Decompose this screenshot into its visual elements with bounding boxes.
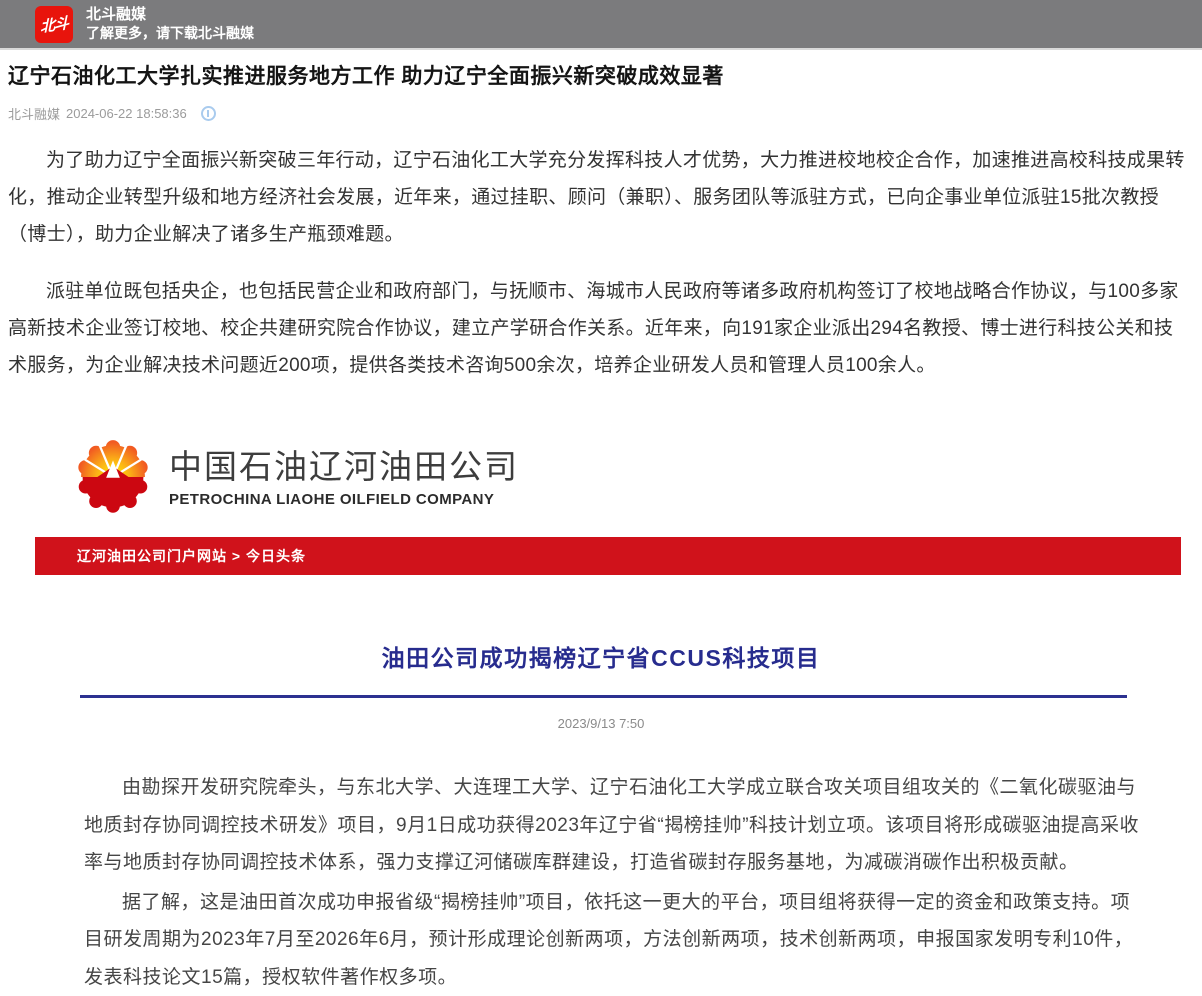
article-paragraph: 派驻单位既包括央企，也包括民营企业和政府部门，与抚顺市、海城市人民政府等诸多政府… bbox=[8, 273, 1192, 384]
beidou-app-logo-icon[interactable]: 北斗 bbox=[35, 6, 73, 43]
article-main: 辽宁石油化工大学扎实推进服务地方工作 助力辽宁全面振兴新突破成效显著 北斗融媒 … bbox=[0, 63, 1202, 996]
news-paragraph: 由勘探开发研究院牵头，与东北大学、大连理工大学、辽宁石油化工大学成立联合攻关项目… bbox=[84, 769, 1144, 882]
article-byline: 北斗融媒 2024-06-22 18:58:36 bbox=[8, 104, 1194, 123]
news-paragraph: 据了解，这是油田首次成功申报省级“揭榜挂帅”项目，依托这一更大的平台，项目组将获… bbox=[84, 884, 1144, 996]
article-title: 辽宁石油化工大学扎实推进服务地方工作 助力辽宁全面振兴新突破成效显著 bbox=[8, 63, 1192, 91]
info-icon[interactable] bbox=[201, 106, 216, 121]
article-source: 北斗融媒 bbox=[8, 104, 60, 123]
company-name-block: 中国石油辽河油田公司 PETROCHINA LIAOHE OILFIELD CO… bbox=[169, 440, 519, 508]
article-paragraph: 为了助力辽宁全面振兴新突破三年行动，辽宁石油化工大学充分发挥科技人才优势，大力推… bbox=[8, 142, 1192, 253]
app-download-banner[interactable]: 北斗 北斗融媒 了解更多，请下载北斗融媒 bbox=[0, 0, 1202, 50]
banner-text-group: 北斗融媒 了解更多，请下载北斗融媒 bbox=[86, 5, 254, 43]
petrochina-logo-icon bbox=[75, 434, 151, 514]
petrochina-logo-row: 中国石油辽河油田公司 PETROCHINA LIAOHE OILFIELD CO… bbox=[75, 434, 1202, 514]
news-date: 2023/9/13 7:50 bbox=[0, 716, 1202, 731]
news-headline: 油田公司成功揭榜辽宁省CCUS科技项目 bbox=[0, 639, 1202, 673]
breadcrumb: 辽河油田公司门户网站 > 今日头条 bbox=[77, 546, 306, 566]
article-published-datetime: 2024-06-22 18:58:36 bbox=[66, 106, 187, 121]
app-download-tagline: 了解更多，请下载北斗融媒 bbox=[86, 24, 254, 43]
company-name-chinese: 中国石油辽河油田公司 bbox=[169, 440, 519, 488]
app-name: 北斗融媒 bbox=[86, 5, 254, 24]
embedded-oilfield-notice: 中国石油辽河油田公司 PETROCHINA LIAOHE OILFIELD CO… bbox=[0, 434, 1202, 996]
headline-divider bbox=[80, 695, 1127, 698]
app-logo-text: 北斗 bbox=[40, 11, 68, 36]
company-name-english: PETROCHINA LIAOHE OILFIELD COMPANY bbox=[169, 491, 519, 508]
breadcrumb-bar: 辽河油田公司门户网站 > 今日头条 bbox=[35, 537, 1181, 575]
